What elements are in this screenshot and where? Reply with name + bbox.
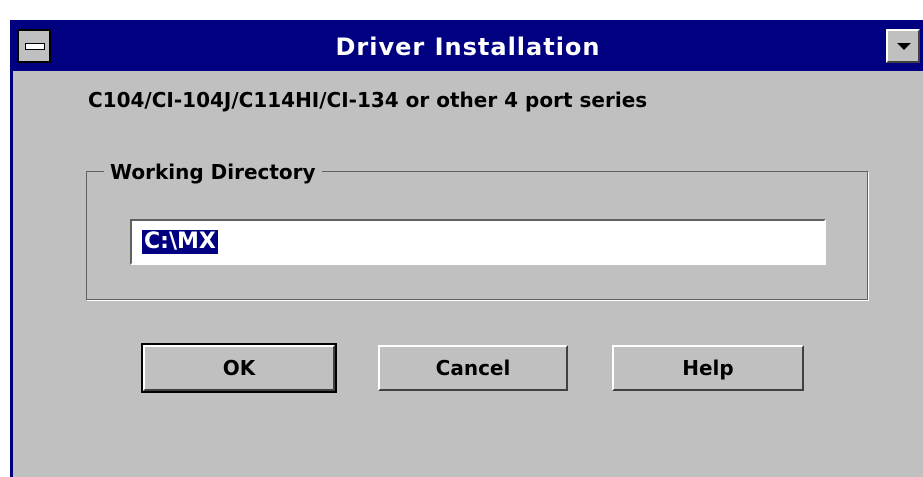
triangle-down-icon (897, 43, 911, 50)
title-bar[interactable]: Driver Installation (13, 23, 923, 71)
working-directory-input[interactable]: C:\MX (130, 219, 826, 265)
cancel-button[interactable]: Cancel (378, 345, 568, 391)
help-button[interactable]: Help (612, 345, 804, 391)
working-directory-value[interactable]: C:\MX (142, 230, 218, 254)
series-message: C104/CI-104J/C114HI/CI-134 or other 4 po… (88, 88, 648, 112)
working-directory-label: Working Directory (104, 160, 322, 184)
minimize-button[interactable] (886, 29, 920, 63)
ok-button[interactable]: OK (141, 343, 337, 393)
system-menu-icon[interactable] (17, 29, 51, 63)
window-title: Driver Installation (335, 33, 601, 61)
